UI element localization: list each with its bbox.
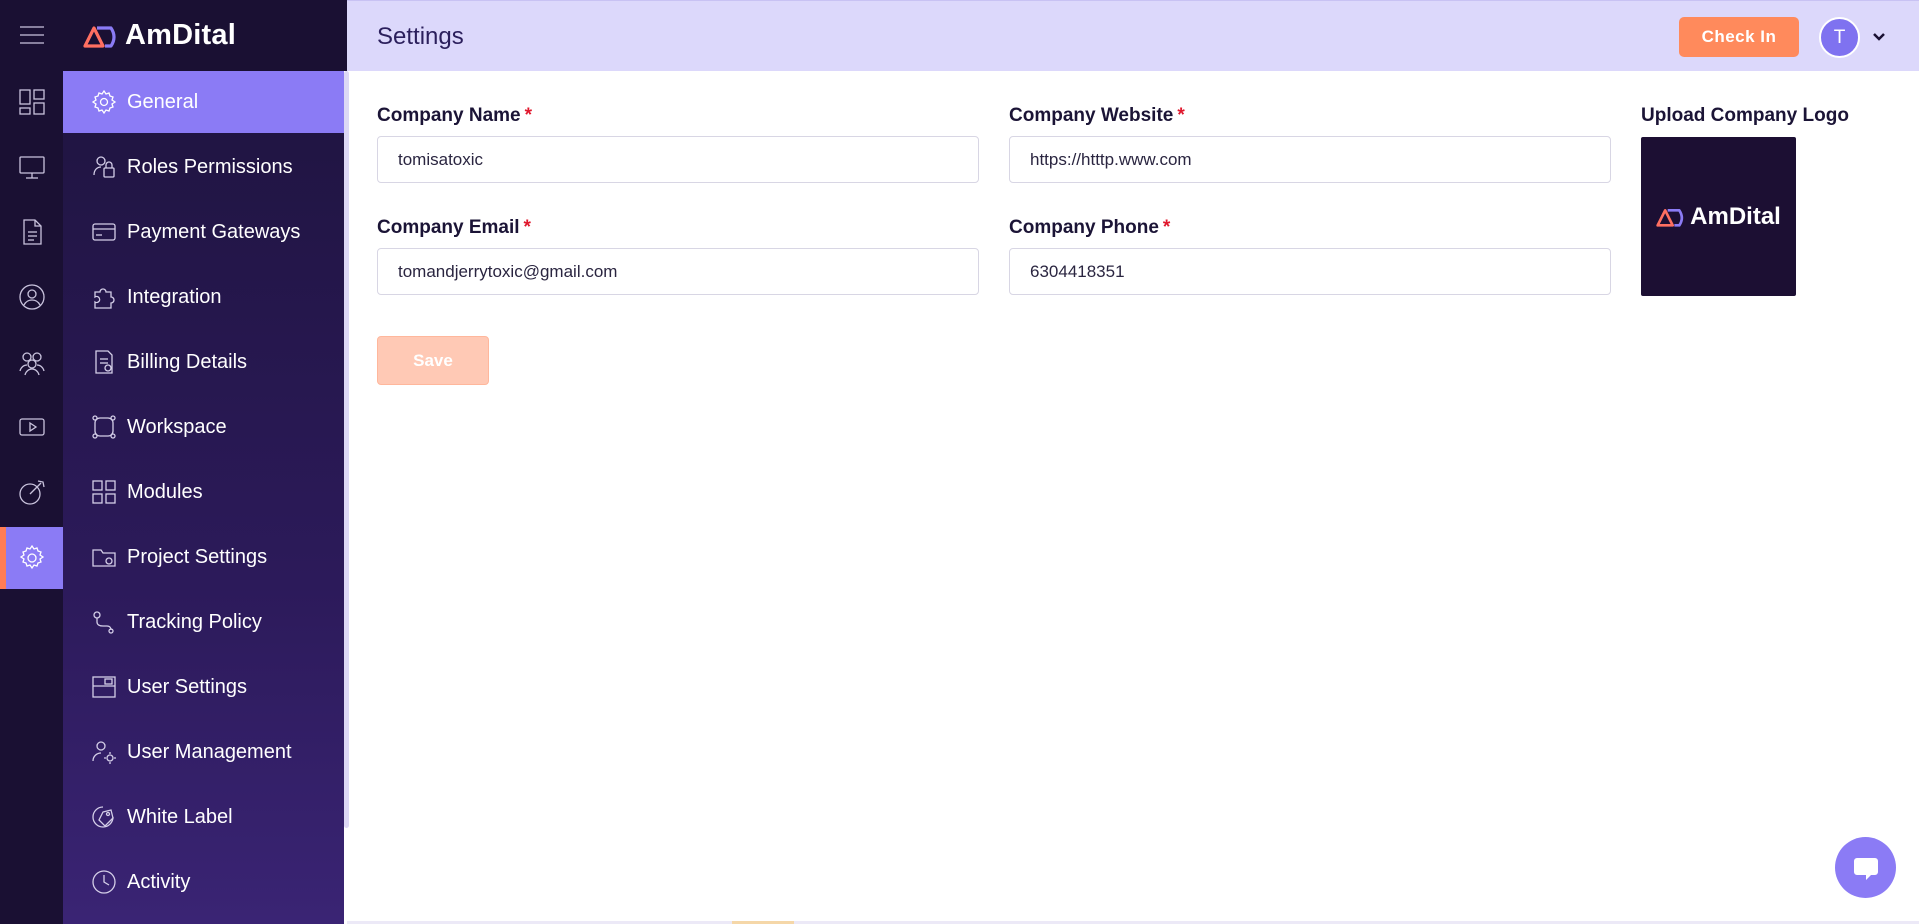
sidebar-item-label: Billing Details <box>127 350 248 373</box>
rail-goals-button[interactable] <box>0 461 63 523</box>
sidebar-item-label: General <box>127 90 199 113</box>
rail-profile-button[interactable] <box>0 266 63 328</box>
sidebar-item-payment-gateways[interactable]: Payment Gateways <box>63 201 344 263</box>
upload-logo-label: Upload Company Logo <box>1641 105 1849 126</box>
route-icon <box>93 611 114 634</box>
clock-icon <box>92 870 116 894</box>
profile-dropdown-toggle[interactable] <box>1871 29 1887 45</box>
sidebar-item-activity[interactable]: Activity <box>63 851 344 913</box>
rail-documents-button[interactable] <box>0 201 63 263</box>
grid-icon <box>92 480 116 504</box>
sidebar-item-user-settings[interactable]: User Settings <box>63 656 344 718</box>
sidebar-item-roles-permissions[interactable]: Roles Permissions <box>63 136 344 198</box>
company-phone-input[interactable] <box>1009 248 1611 295</box>
amdital-logo-icon <box>83 25 116 48</box>
workspace-icon <box>92 415 116 439</box>
sidebar-item-project-settings[interactable]: Project Settings <box>63 526 344 588</box>
sidebar-item-label: Activity <box>127 870 191 893</box>
chevron-down-icon <box>1873 33 1885 41</box>
required-marker: * <box>1177 105 1185 126</box>
dashboard-icon <box>18 89 45 115</box>
company-logo-upload[interactable]: AmDital <box>1641 137 1796 296</box>
company-website-label: Company Website * <box>1009 105 1185 126</box>
sidebar-item-label: Project Settings <box>127 545 268 568</box>
brand-bar: AmDital <box>63 0 347 71</box>
chat-icon <box>1853 857 1878 880</box>
menu-toggle-button[interactable] <box>0 4 63 66</box>
sidebar-item-tracking-policy[interactable]: Tracking Policy <box>63 591 344 653</box>
page-title: Settings <box>377 23 464 50</box>
sidebar-item-label: Modules <box>127 480 203 503</box>
puzzle-icon <box>94 288 115 309</box>
user-circle-icon <box>18 284 45 310</box>
menu-icon <box>19 26 44 44</box>
lock-user-icon <box>93 156 115 178</box>
company-phone-label: Company Phone * <box>1009 217 1171 238</box>
chat-launcher-button[interactable] <box>1835 837 1896 898</box>
sidebar-item-user-management[interactable]: User Management <box>63 721 344 783</box>
required-marker: * <box>524 105 533 126</box>
sidebar-item-integration[interactable]: Integration <box>63 266 344 328</box>
avatar[interactable]: T <box>1819 17 1860 58</box>
brand-name: AmDital <box>125 19 236 51</box>
rail-dashboard-button[interactable] <box>0 71 63 133</box>
sidebar-item-white-label[interactable]: White Label <box>63 786 344 848</box>
video-icon <box>18 418 45 436</box>
company-website-input[interactable] <box>1009 136 1611 183</box>
sidebar-scrollbar[interactable] <box>344 71 349 828</box>
amdital-logo-icon <box>1656 208 1684 227</box>
gear-icon <box>19 544 44 570</box>
sidebar-item-label: White Label <box>127 805 233 828</box>
sidebar-item-billing-details[interactable]: Billing Details <box>63 331 344 393</box>
save-button[interactable]: Save <box>377 336 489 385</box>
required-marker: * <box>1162 217 1171 238</box>
settings-sidebar: General Roles Permissions Payment Gatewa… <box>63 71 344 924</box>
document-icon <box>22 219 42 245</box>
top-header: Settings Check In T <box>347 0 1919 71</box>
rail-video-button[interactable] <box>0 396 63 458</box>
sidebar-item-label: Roles Permissions <box>127 155 293 178</box>
team-icon <box>18 352 45 376</box>
app-root: AmDital General Roles Permissions Paymen… <box>0 0 1919 924</box>
invoice-icon <box>95 350 113 374</box>
folder-gear-icon <box>92 549 116 567</box>
sidebar-item-label: Workspace <box>127 415 227 438</box>
rail-settings-button[interactable] <box>0 527 63 589</box>
sidebar-item-label: User Management <box>127 740 292 763</box>
company-name-label: Company Name * <box>377 105 533 126</box>
company-email-label: Company Email * <box>377 217 531 238</box>
check-in-button[interactable]: Check In <box>1679 17 1799 57</box>
icon-rail <box>0 0 63 924</box>
logo-preview-text: AmDital <box>1690 202 1781 230</box>
company-email-input[interactable] <box>377 248 979 295</box>
tag-icon <box>92 806 114 828</box>
monitor-icon <box>18 156 45 179</box>
sidebar-item-workspace[interactable]: Workspace <box>63 396 344 458</box>
sidebar-item-general[interactable]: General <box>63 71 344 133</box>
gear-icon <box>91 89 117 115</box>
required-marker: * <box>523 217 531 238</box>
rail-monitor-button[interactable] <box>0 136 63 198</box>
sidebar-item-label: Integration <box>127 285 222 308</box>
goal-icon <box>18 480 45 505</box>
rail-team-button[interactable] <box>0 331 63 393</box>
card-icon <box>92 223 116 241</box>
window-icon <box>92 676 116 698</box>
user-gear-icon <box>92 741 116 764</box>
company-name-input[interactable] <box>377 136 979 183</box>
sidebar-item-label: User Settings <box>127 675 248 698</box>
sidebar-item-label: Payment Gateways <box>127 220 301 243</box>
sidebar-item-label: Tracking Policy <box>127 610 262 633</box>
sidebar-item-modules[interactable]: Modules <box>63 461 344 523</box>
